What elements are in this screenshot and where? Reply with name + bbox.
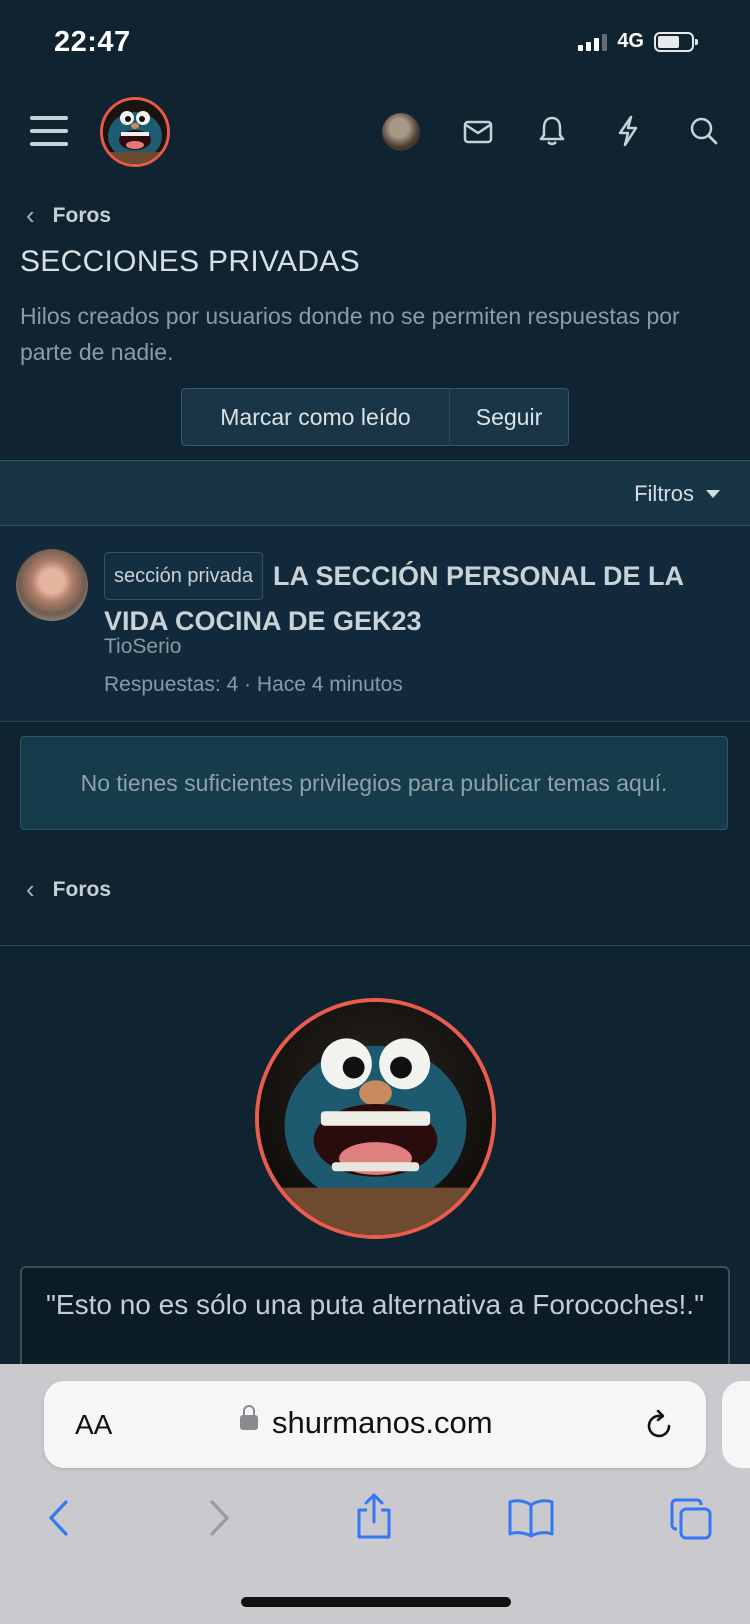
footer-quote: "Esto no es sólo una puta alternativa a … <box>45 1289 705 1320</box>
menu-icon[interactable] <box>30 116 68 146</box>
battery-icon <box>654 31 698 52</box>
bookmarks-icon[interactable] <box>507 1496 555 1540</box>
forum-actions: Marcar como leído Seguir <box>181 388 569 446</box>
mark-read-button[interactable]: Marcar como leído <box>182 389 450 445</box>
back-icon[interactable] <box>40 1496 76 1540</box>
breadcrumb[interactable]: ‹ Foros <box>26 200 111 231</box>
page-title: SECCIONES PRIVADAS <box>20 245 360 278</box>
next-tab-preview[interactable] <box>722 1381 750 1468</box>
thread-author-avatar[interactable] <box>16 549 88 621</box>
chevron-left-icon: ‹ <box>26 874 35 904</box>
footer-logo <box>255 998 496 1239</box>
breadcrumb-label[interactable]: Foros <box>53 204 111 228</box>
home-indicator <box>241 1597 511 1607</box>
chevron-left-icon: ‹ <box>26 200 35 230</box>
url-text[interactable]: shurmanos.com <box>272 1405 493 1441</box>
status-time: 22:47 <box>54 26 131 58</box>
permission-notice: No tienes suficientes privilegios para p… <box>20 736 728 830</box>
lock-icon <box>240 1405 258 1430</box>
divider <box>0 945 750 946</box>
share-icon[interactable] <box>354 1490 394 1542</box>
filters-dropdown[interactable]: Filtros <box>634 481 720 507</box>
thread-title[interactable]: sección privada LA SECCIÓN PERSONAL DE LA… <box>104 552 734 642</box>
thread-meta: Respuestas: 4 · Hace 4 minutos <box>104 673 403 696</box>
user-avatar[interactable] <box>382 113 420 151</box>
follow-button[interactable]: Seguir <box>450 389 568 445</box>
filters-label: Filtros <box>634 481 694 506</box>
tabs-icon[interactable] <box>668 1496 714 1542</box>
footer-breadcrumb-label[interactable]: Foros <box>53 878 111 902</box>
bolt-icon[interactable] <box>610 112 646 150</box>
notice-text: No tienes suficientes privilegios para p… <box>80 770 668 796</box>
forward-icon[interactable] <box>202 1496 238 1540</box>
thread-author[interactable]: TioSerio <box>104 635 181 659</box>
search-icon[interactable] <box>686 112 722 150</box>
caret-down-icon <box>706 490 720 498</box>
status-indicators: 4G <box>578 30 698 53</box>
bell-icon[interactable] <box>534 112 570 150</box>
mail-icon[interactable] <box>460 114 496 150</box>
text-size-button[interactable]: AA <box>75 1409 112 1441</box>
site-logo[interactable] <box>100 97 170 167</box>
page-description: Hilos creados por usuarios donde no se p… <box>20 303 680 365</box>
thread-prefix-badge[interactable]: sección privada <box>104 552 263 600</box>
reload-icon[interactable] <box>642 1405 678 1443</box>
network-label: 4G <box>617 30 644 52</box>
signal-icon <box>578 33 608 51</box>
footer-breadcrumb[interactable]: ‹ Foros <box>26 874 111 905</box>
